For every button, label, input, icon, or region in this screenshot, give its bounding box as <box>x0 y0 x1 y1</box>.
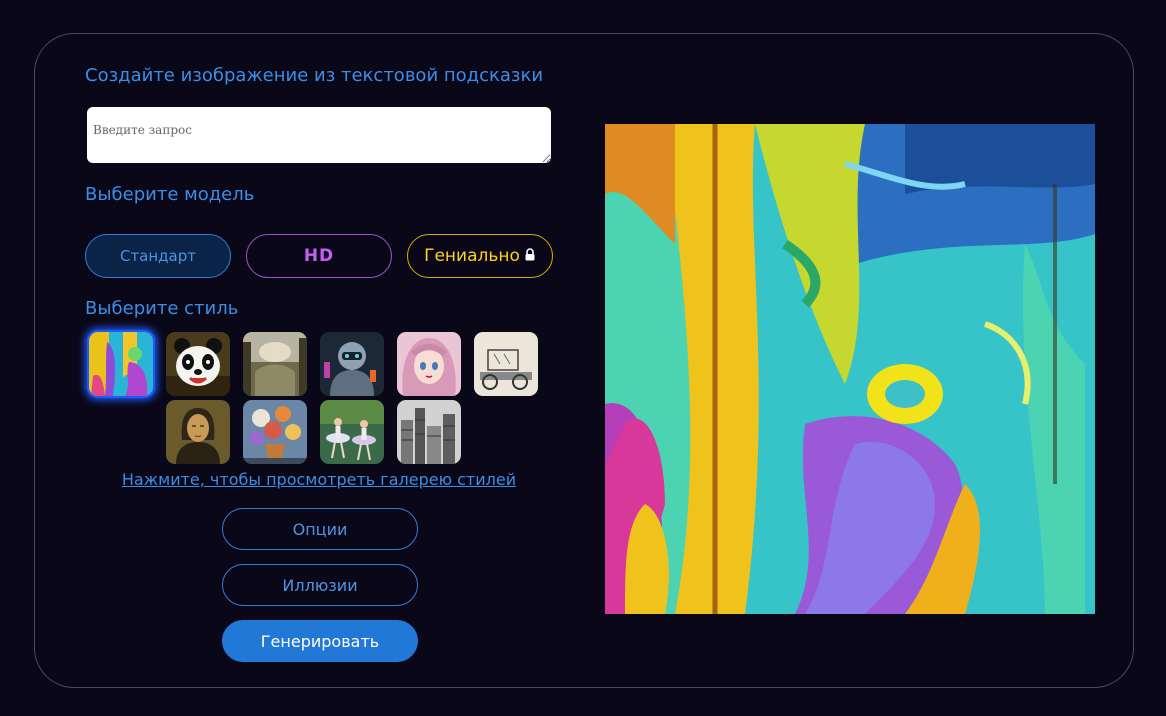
style-thumb-abstract[interactable] <box>89 332 153 396</box>
style-thumb-ballet[interactable] <box>320 400 384 464</box>
ballet-dancers-icon <box>320 400 384 464</box>
generate-label: Генерировать <box>260 631 380 651</box>
create-heading: Создайте изображение из текстовой подска… <box>85 65 544 86</box>
prompt-input[interactable] <box>87 107 551 163</box>
style-thumb-robot[interactable] <box>320 332 384 396</box>
city-engraving-icon <box>397 400 461 464</box>
generated-image <box>605 124 1095 614</box>
options-label: Опции <box>292 519 348 539</box>
generate-button[interactable]: Генерировать <box>222 620 418 662</box>
model-hd-button[interactable]: HD <box>246 234 392 278</box>
vintage-car-sketch-icon <box>474 332 538 396</box>
style-thumb-flowers[interactable] <box>243 400 307 464</box>
abstract-result-artwork <box>605 124 1095 614</box>
model-standard-button[interactable]: Стандарт <box>85 234 231 278</box>
options-button[interactable]: Опции <box>222 508 418 550</box>
anime-portrait-icon <box>397 332 461 396</box>
style-gallery-link[interactable]: Нажмите, чтобы просмотреть галерею стиле… <box>85 470 553 489</box>
landscape-icon <box>243 332 307 396</box>
abstract-painting-icon <box>89 332 153 396</box>
style-thumb-panda[interactable] <box>166 332 230 396</box>
illusions-label: Иллюзии <box>282 575 358 595</box>
model-genius-button[interactable]: Гениально <box>407 234 553 278</box>
style-thumb-anime[interactable] <box>397 332 461 396</box>
flower-still-life-icon <box>243 400 307 464</box>
model-heading: Выберите модель <box>85 184 255 205</box>
panda-icon <box>166 332 230 396</box>
style-thumb-landscape[interactable] <box>243 332 307 396</box>
illusions-button[interactable]: Иллюзии <box>222 564 418 606</box>
style-thumb-sketch-car[interactable] <box>474 332 538 396</box>
model-standard-label: Стандарт <box>119 247 197 265</box>
lock-icon <box>524 248 536 264</box>
style-thumb-engraving[interactable] <box>397 400 461 464</box>
robot-icon <box>320 332 384 396</box>
classic-portrait-icon <box>166 400 230 464</box>
style-thumb-classic[interactable] <box>166 400 230 464</box>
model-genius-label: Гениально <box>424 246 520 266</box>
style-heading: Выберите стиль <box>85 298 239 319</box>
generator-panel: Создайте изображение из текстовой подска… <box>34 33 1134 688</box>
model-hd-label: HD <box>303 246 335 266</box>
